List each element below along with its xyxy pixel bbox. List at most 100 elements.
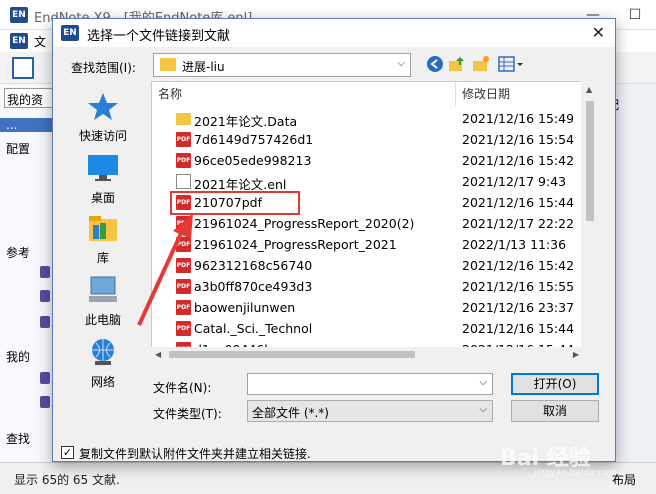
endnote-logo: EN	[10, 7, 28, 23]
up-folder-button[interactable]	[447, 55, 467, 75]
annotation-arrow-icon	[137, 213, 193, 326]
place-label: 网络	[90, 375, 115, 389]
vertical-scrollbar[interactable]: ▲	[581, 81, 599, 359]
look-in-value: 进展-liu	[182, 60, 225, 74]
file-name-input[interactable]: ⌵	[247, 373, 493, 395]
column-header-name[interactable]: 名称	[152, 82, 456, 106]
file-date: 2021/12/16 15:42	[462, 153, 575, 168]
view-menu-button[interactable]	[497, 55, 525, 75]
file-name: Catal._Sci._Technol	[194, 321, 313, 336]
file-name: 21961024_ProgressReport_2021	[194, 237, 397, 252]
file-date: 2021/12/16 15:42	[462, 258, 575, 273]
file-name: 2021年论文.Data	[194, 114, 298, 129]
group-item-icon	[40, 266, 50, 278]
menu-item-file[interactable]: 文	[34, 33, 46, 50]
network-globe-icon	[92, 339, 114, 365]
file-type-label: 文件类型(T):	[153, 407, 222, 421]
file-row[interactable]: 2021年论文.Data 2021/12/16 15:49	[152, 108, 582, 129]
place-quick-access[interactable]: 快速访问	[57, 87, 149, 143]
doc-icon	[176, 174, 191, 189]
open-button[interactable]: 打开(O)	[511, 373, 599, 395]
file-row[interactable]: PDF 21961024_ProgressReport_2021 2022/1/13…	[152, 234, 582, 255]
star-icon	[88, 93, 118, 120]
scroll-up-icon[interactable]: ▲	[586, 85, 592, 94]
file-date: 2021/12/16 15:44	[462, 321, 575, 336]
vertical-scroll-thumb[interactable]	[586, 101, 594, 221]
chevron-down-icon: ⌵	[479, 404, 487, 415]
close-icon[interactable]: ✕	[592, 23, 605, 42]
place-label: 快速访问	[78, 129, 127, 143]
dialog-endnote-logo: EN	[61, 25, 79, 41]
place-network[interactable]: 网络	[57, 333, 149, 389]
folder-icon	[160, 58, 176, 71]
file-name: 7d6149d757426d1	[194, 132, 314, 147]
layout-icon[interactable]	[12, 57, 34, 79]
dialog-title: 选择一个文件链接到文献	[87, 29, 231, 44]
scroll-left-icon[interactable]: ◀	[155, 350, 161, 359]
file-row[interactable]: PDF21961024_ProgressReport_2020(2)2021/1…	[152, 213, 582, 234]
file-name: baowenjilunwen	[194, 300, 296, 315]
watermark-url: jingyan.baidu.com	[534, 468, 618, 478]
file-list[interactable]: 名称 修改日期 2021年论文.Data 2021/12/16 15:49 PDF 7…	[151, 81, 583, 359]
library-folder-icon	[89, 216, 117, 241]
new-folder-icon	[473, 56, 489, 71]
cancel-button[interactable]: 取消	[511, 400, 599, 422]
copy-link-checkbox[interactable]: ✓	[61, 446, 74, 459]
file-row[interactable]: PDF Catal._Sci._Technol 2021/12/16 15:44	[152, 318, 582, 339]
new-folder-button[interactable]	[471, 55, 491, 75]
maximize-icon[interactable]: ☐	[614, 0, 656, 30]
look-in-dropdown[interactable]: 进展-liu ⌵	[153, 53, 411, 77]
file-row[interactable]: PDF 96ce05ede998213 2021/12/16 15:42	[152, 150, 582, 171]
pdf-icon: PDF	[176, 132, 191, 147]
file-row[interactable]: PDF 7d6149d757426d1 2021/12/16 15:54	[152, 129, 582, 150]
file-name-label: 文件名(N):	[153, 381, 212, 395]
back-arrow-icon	[427, 56, 443, 72]
file-date: 2021/12/16 15:55	[462, 279, 575, 294]
group-item-icon	[40, 290, 50, 302]
file-date: 2021/12/16 15:44	[462, 195, 575, 210]
horizontal-scrollbar[interactable]: ◀ ▶	[151, 347, 583, 363]
file-row[interactable]: 2021年论文.enl 2021/12/17 9:43	[152, 171, 582, 192]
computer-icon	[89, 276, 117, 302]
file-type-select[interactable]: 全部文件 (*.*) ⌵	[247, 400, 493, 422]
group-item-icon	[40, 396, 50, 408]
place-desktop[interactable]: 桌面	[57, 149, 149, 205]
scroll-right-icon[interactable]: ▶	[573, 350, 579, 359]
chevron-down-icon: ⌵	[397, 58, 405, 69]
folder-icon	[176, 113, 191, 125]
file-name: 96ce05ede998213	[194, 153, 312, 168]
file-date: 2022/1/13 11:36	[462, 237, 567, 252]
all-references-item[interactable]: ...	[0, 118, 58, 132]
chevron-down-icon[interactable]: ⌵	[479, 377, 487, 388]
pdf-icon: PDF	[176, 153, 191, 168]
file-row[interactable]: PDF baowenjilunwen 2021/12/16 23:37	[152, 297, 582, 318]
endnote-menu-logo: EN	[10, 33, 28, 49]
group-refs[interactable]: 参考	[6, 244, 30, 261]
column-header-date[interactable]: 修改日期	[456, 82, 582, 106]
file-name: 21961024_ProgressReport_2020(2)	[194, 216, 415, 231]
horizontal-scroll-thumb[interactable]	[169, 351, 415, 358]
file-date: 2021/12/16 15:54	[462, 132, 575, 147]
view-grid-icon	[498, 56, 523, 72]
copy-link-label: 复制文件到默认附件文件夹并建立相关链接.	[79, 447, 311, 461]
group-item-icon	[40, 372, 50, 384]
back-button[interactable]	[425, 55, 445, 75]
file-name: a3b0ff870ce493d3	[194, 279, 313, 294]
group-find[interactable]: 查找	[6, 430, 30, 447]
library-search-field[interactable]: 我的资	[4, 88, 56, 108]
group-mine[interactable]: 我的	[6, 348, 30, 365]
up-folder-icon	[449, 57, 464, 71]
background-library-panel: 我的资 ... 配置 参考 我的 查找	[0, 84, 60, 462]
dialog-titlebar: EN 选择一个文件链接到文献 ✕	[53, 19, 615, 47]
config-item[interactable]: 配置	[6, 140, 30, 157]
file-name: 962312168c56740	[194, 258, 313, 273]
status-text: 显示 65的 65 文献.	[14, 473, 120, 487]
desktop-icon	[88, 155, 118, 181]
file-row[interactable]: PDF 962312168c56740 2021/12/16 15:42	[152, 255, 582, 276]
group-item-icon	[40, 316, 50, 328]
select-file-dialog: EN 选择一个文件链接到文献 ✕ 查找范围(I): 进展-liu ⌵ 快速访问 …	[52, 18, 616, 462]
file-date: 2021/12/16 23:37	[462, 300, 575, 315]
file-row[interactable]: PDF a3b0ff870ce493d3 2021/12/16 15:55	[152, 276, 582, 297]
place-label: 桌面	[90, 191, 115, 205]
file-date: 2021/12/17 22:22	[462, 216, 575, 231]
